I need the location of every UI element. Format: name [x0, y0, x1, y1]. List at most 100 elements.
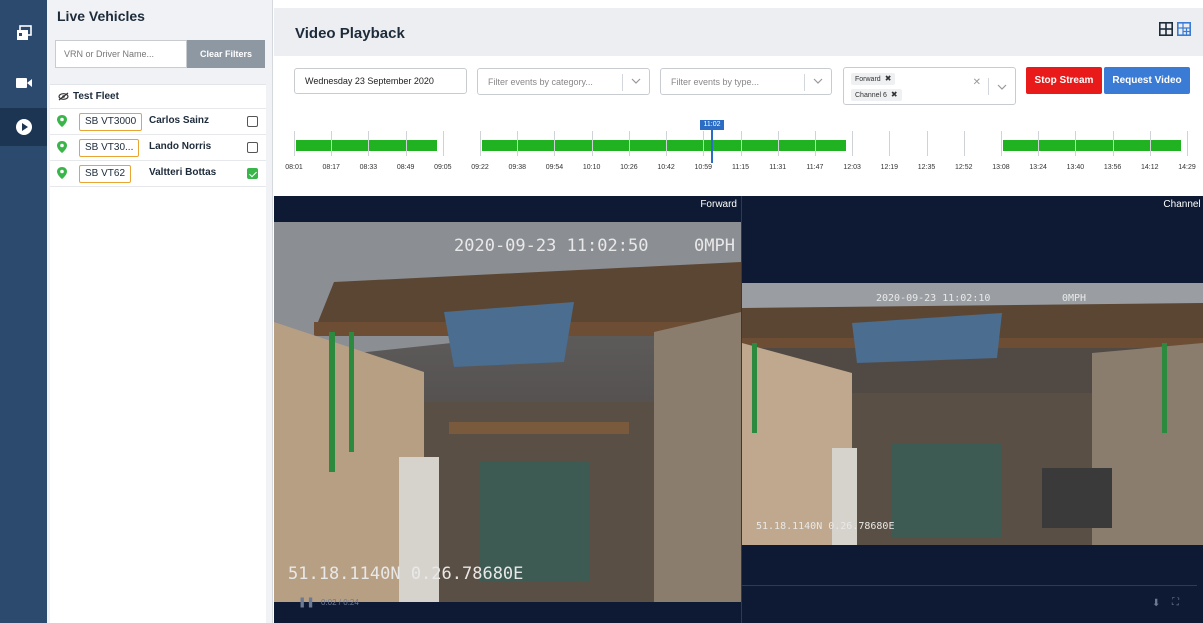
video-timestamp: 2020-09-23 11:02:50: [454, 236, 649, 256]
timeline-label: 10:42: [657, 164, 675, 171]
timeline-tick: [1112, 131, 1114, 156]
timeline-tick: [1000, 131, 1002, 156]
timeline-tick: [889, 131, 891, 156]
download-icon[interactable]: ⬇: [1152, 598, 1160, 609]
filter-bar: Wednesday 23 September 2020 Filter event…: [274, 56, 1203, 196]
driver-name: Lando Norris: [149, 141, 212, 152]
video-pane-forward[interactable]: Forward 2020-09-23 11:02:50 0MPH 51.18.1…: [274, 196, 741, 623]
layout-switcher: [1159, 22, 1191, 36]
rail-item-playback[interactable]: [0, 108, 47, 146]
clear-filters-button[interactable]: Clear Filters: [187, 40, 265, 68]
driver-name: Valtteri Bottas: [149, 167, 217, 178]
rail-item-video[interactable]: [0, 64, 47, 102]
fleet-header[interactable]: Test Fleet: [50, 85, 266, 108]
garage-scene-image: [742, 283, 1203, 545]
search-input[interactable]: [55, 40, 187, 68]
header-bar: Video Playback: [274, 8, 1203, 56]
timeline-tick: [628, 131, 630, 156]
grid-multi-layout-icon[interactable]: [1177, 22, 1191, 36]
vehicle-checkbox[interactable]: [247, 116, 258, 127]
location-pin-icon: [57, 115, 67, 127]
timeline-label: 10:10: [582, 164, 601, 171]
channel-tag[interactable]: Channel 6 ✖: [851, 89, 902, 101]
stop-stream-button[interactable]: Stop Stream: [1026, 67, 1102, 94]
timeline-label: 13:24: [1029, 164, 1047, 171]
timeline-tick: [480, 131, 482, 156]
rail-item-map[interactable]: [0, 14, 47, 52]
category-filter-select[interactable]: Filter events by category...: [477, 68, 650, 95]
video-label: Forward: [700, 199, 737, 210]
channel-tag[interactable]: Forward ✖: [851, 73, 896, 85]
video-label: Channel 6: [1163, 199, 1203, 210]
recording-segment[interactable]: [482, 140, 847, 151]
chevron-down-icon: [813, 78, 823, 84]
driver-name: Carlos Sainz: [149, 115, 210, 126]
category-placeholder: Filter events by category...: [488, 77, 593, 87]
vehicle-row[interactable]: SB VT3000 Carlos Sainz: [50, 108, 266, 134]
remove-tag-icon: ✖: [890, 90, 898, 99]
channel-select[interactable]: Forward ✖ Channel 6 ✖ ✕: [843, 67, 1016, 105]
date-picker[interactable]: Wednesday 23 September 2020: [294, 68, 467, 94]
vrn-badge: SB VT30...: [79, 139, 140, 157]
recording-segment[interactable]: [296, 140, 437, 151]
timeline-tick: [926, 131, 928, 156]
video-controls: ❚❚ 0:02 / 0:24: [298, 597, 359, 608]
page-title: Video Playback: [295, 25, 405, 42]
panel-title: Live Vehicles: [57, 8, 145, 24]
grid-layout-icon[interactable]: [1159, 22, 1173, 36]
timeline-label: 12:03: [843, 164, 861, 171]
video-playback-main: Video Playback Wednesday 23 September 20…: [274, 0, 1203, 623]
video-frame-channel6: 2020-09-23 11:02:10 0MPH 51.18.1140N 0.2…: [742, 283, 1203, 545]
video-pane-channel6[interactable]: Channel 6 2020-09-23 11:: [742, 196, 1203, 623]
timeline-tick: [442, 131, 444, 156]
timeline-label: 14:29: [1178, 164, 1196, 171]
nav-rail: [0, 0, 47, 623]
timeline-label: 10:59: [694, 164, 713, 171]
timeline-label: 12:35: [917, 164, 936, 171]
clear-selection-icon[interactable]: ✕: [973, 77, 981, 88]
fleet-name: Test Fleet: [73, 91, 119, 102]
timeline-tick: [1187, 131, 1188, 156]
vehicle-checkbox[interactable]: [247, 168, 258, 179]
vrn-badge: SB VT62: [79, 165, 132, 183]
video-frame-forward: 2020-09-23 11:02:50 0MPH 51.18.1140N 0.2…: [274, 222, 741, 602]
vehicle-row[interactable]: SB VT62 Valtteri Bottas: [50, 160, 266, 186]
timeline-tick: [517, 131, 519, 156]
video-coordinates: 51.18.1140N 0.26.78680E: [756, 521, 895, 532]
timeline-tick: [703, 131, 705, 156]
garage-scene-image: [274, 222, 741, 602]
video-speed: 0MPH: [694, 236, 735, 256]
request-video-button[interactable]: Request Video: [1104, 67, 1190, 94]
type-filter-select[interactable]: Filter events by type...: [660, 68, 832, 95]
timeline-label: 09:05: [434, 164, 452, 171]
timeline-label: 08:17: [322, 164, 340, 171]
vrn-badge: SB VT3000: [79, 113, 143, 131]
pause-icon[interactable]: ❚❚: [298, 597, 315, 608]
live-vehicles-panel: Live Vehicles Clear Filters Test Fleet S…: [47, 0, 273, 623]
timeline-tick: [666, 131, 668, 156]
timeline-label: 13:56: [1103, 164, 1122, 171]
timeline-tick: [1149, 131, 1151, 156]
video-timestamp: 2020-09-23 11:02:10: [876, 293, 991, 304]
timeline-tick: [852, 131, 854, 156]
timeline-label: 08:33: [359, 164, 378, 171]
video-time: 0:02 / 0:24: [321, 598, 359, 607]
timeline-tick: [740, 131, 742, 156]
timeline-label: 13:40: [1066, 164, 1085, 171]
timeline-label: 09:54: [545, 164, 564, 171]
play-circle-icon: [15, 119, 32, 135]
vehicle-checkbox[interactable]: [247, 142, 258, 153]
eye-off-icon: [58, 92, 69, 101]
fullscreen-icon[interactable]: ⛶: [1172, 597, 1179, 608]
timeline-label: 11:31: [769, 164, 787, 171]
timeline-label: 11:47: [806, 164, 824, 171]
timeline-label: 09:22: [471, 164, 489, 171]
timeline-label: 12:19: [880, 164, 899, 171]
recording-segment[interactable]: [1002, 140, 1181, 151]
timeline-label: 13:08: [992, 164, 1010, 171]
timeline[interactable]: 11:02 08:01 08:17 08:33 08:49 09:05 09:22 09:3…: [274, 120, 1203, 184]
timeline-label: 09:38: [508, 164, 527, 171]
vehicle-row[interactable]: SB VT30... Lando Norris: [50, 134, 266, 160]
timeline-tick: [1038, 131, 1040, 156]
timeline-cursor[interactable]: [711, 126, 713, 163]
